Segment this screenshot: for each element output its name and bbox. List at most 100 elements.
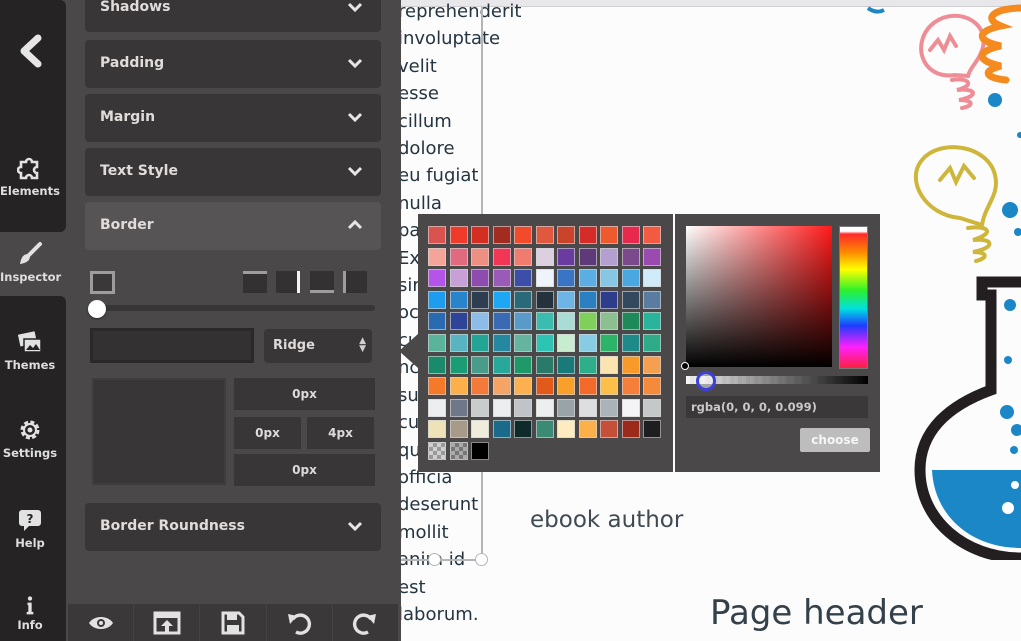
color-swatch[interactable] xyxy=(471,420,489,439)
rail-item-themes[interactable]: Themes xyxy=(0,330,60,372)
color-swatch[interactable] xyxy=(449,290,468,309)
color-swatch[interactable] xyxy=(621,312,640,331)
color-swatch[interactable] xyxy=(578,398,597,417)
alpha-slider-handle[interactable] xyxy=(696,371,716,391)
color-swatch[interactable] xyxy=(557,269,575,288)
border-side-left[interactable] xyxy=(343,271,367,293)
rail-item-info[interactable]: Info xyxy=(0,596,60,632)
color-swatch[interactable] xyxy=(514,355,532,374)
color-swatch[interactable] xyxy=(514,269,532,288)
color-swatch[interactable] xyxy=(492,247,511,266)
color-swatch[interactable] xyxy=(449,333,468,352)
color-swatch[interactable] xyxy=(557,420,575,439)
export-button[interactable] xyxy=(134,604,201,641)
color-swatch[interactable] xyxy=(600,420,618,439)
color-swatch[interactable] xyxy=(449,420,468,439)
color-swatch[interactable] xyxy=(492,312,511,331)
section-padding[interactable]: Padding xyxy=(85,40,381,88)
section-text-style[interactable]: Text Style xyxy=(85,148,381,196)
color-swatch[interactable] xyxy=(643,420,661,439)
color-swatch[interactable] xyxy=(428,269,446,288)
color-swatch[interactable] xyxy=(471,441,489,460)
color-swatch[interactable] xyxy=(492,226,511,244)
color-swatch[interactable] xyxy=(471,269,489,288)
redo-button[interactable] xyxy=(333,604,398,641)
color-swatch[interactable] xyxy=(535,312,554,331)
color-swatch[interactable] xyxy=(514,226,532,244)
color-swatch[interactable] xyxy=(449,247,468,266)
hue-slider[interactable] xyxy=(839,226,868,369)
color-swatch[interactable] xyxy=(449,355,468,374)
rail-item-settings[interactable]: Settings xyxy=(0,418,60,460)
border-color-swatch[interactable] xyxy=(90,328,254,363)
color-swatch[interactable] xyxy=(578,333,597,352)
color-swatch[interactable] xyxy=(643,247,661,266)
color-swatch[interactable] xyxy=(600,333,618,352)
color-swatch[interactable] xyxy=(428,247,446,266)
swatch-transparent[interactable] xyxy=(428,441,446,460)
color-swatch[interactable] xyxy=(492,398,511,417)
rail-item-elements[interactable]: Elements xyxy=(0,156,60,198)
color-swatch[interactable] xyxy=(492,333,511,352)
color-swatch[interactable] xyxy=(557,312,575,331)
color-swatch[interactable] xyxy=(557,398,575,417)
color-swatch[interactable] xyxy=(428,312,446,331)
color-swatch[interactable] xyxy=(621,247,640,266)
border-width-slider[interactable] xyxy=(92,305,375,311)
color-swatch[interactable] xyxy=(600,247,618,266)
color-swatch[interactable] xyxy=(492,269,511,288)
color-swatch[interactable] xyxy=(449,398,468,417)
color-swatch[interactable] xyxy=(578,420,597,439)
border-style-select[interactable]: Ridge ▲ ▼ xyxy=(264,329,372,363)
color-swatch[interactable] xyxy=(492,377,511,396)
color-swatch[interactable] xyxy=(514,290,532,309)
color-swatch[interactable] xyxy=(449,226,468,244)
color-swatch[interactable] xyxy=(535,355,554,374)
color-swatch[interactable] xyxy=(535,333,554,352)
color-swatch[interactable] xyxy=(471,312,489,331)
color-swatch[interactable] xyxy=(621,355,640,374)
border-width-slider-handle[interactable] xyxy=(88,300,106,318)
border-right-width-input[interactable]: 4px xyxy=(307,417,374,449)
color-swatch[interactable] xyxy=(492,290,511,309)
color-swatch[interactable] xyxy=(600,312,618,331)
color-swatch[interactable] xyxy=(621,398,640,417)
rgba-value-input[interactable]: rgba(0, 0, 0, 0.099) xyxy=(686,396,868,418)
color-swatch[interactable] xyxy=(621,333,640,352)
rail-item-inspector[interactable]: Inspector xyxy=(0,242,61,284)
resize-handle-corner[interactable] xyxy=(475,553,488,566)
section-shadows[interactable]: Shadows xyxy=(85,0,381,32)
border-left-width-input[interactable]: 0px xyxy=(234,417,301,449)
color-swatch[interactable] xyxy=(557,226,575,244)
back-button[interactable] xyxy=(16,34,46,68)
section-margin[interactable]: Margin xyxy=(85,94,381,142)
color-swatch[interactable] xyxy=(428,226,446,244)
color-swatch[interactable] xyxy=(514,398,532,417)
color-swatch[interactable] xyxy=(449,312,468,331)
color-swatch[interactable] xyxy=(557,377,575,396)
color-swatch[interactable] xyxy=(428,377,446,396)
color-swatch[interactable] xyxy=(449,269,468,288)
color-swatch[interactable] xyxy=(428,290,446,309)
color-swatch[interactable] xyxy=(621,377,640,396)
color-swatch[interactable] xyxy=(535,398,554,417)
color-swatch[interactable] xyxy=(492,420,511,439)
ebook-author-text[interactable]: ebook author xyxy=(530,507,683,533)
color-swatch[interactable] xyxy=(643,226,661,244)
color-swatch[interactable] xyxy=(578,355,597,374)
color-swatch[interactable] xyxy=(643,333,661,352)
section-border-roundness[interactable]: Border Roundness xyxy=(85,503,381,551)
color-swatch[interactable] xyxy=(428,420,446,439)
color-swatch[interactable] xyxy=(621,226,640,244)
color-swatch[interactable] xyxy=(514,420,532,439)
color-swatch[interactable] xyxy=(600,355,618,374)
color-swatch[interactable] xyxy=(471,377,489,396)
save-button[interactable] xyxy=(200,604,267,641)
section-border[interactable]: Border xyxy=(85,202,381,250)
rail-item-help[interactable]: ? Help xyxy=(0,508,60,550)
border-side-bottom[interactable] xyxy=(310,271,334,293)
saturation-brightness-area[interactable] xyxy=(686,226,832,367)
border-side-top[interactable] xyxy=(243,271,267,293)
color-swatch[interactable] xyxy=(557,247,575,266)
color-swatch[interactable] xyxy=(535,420,554,439)
